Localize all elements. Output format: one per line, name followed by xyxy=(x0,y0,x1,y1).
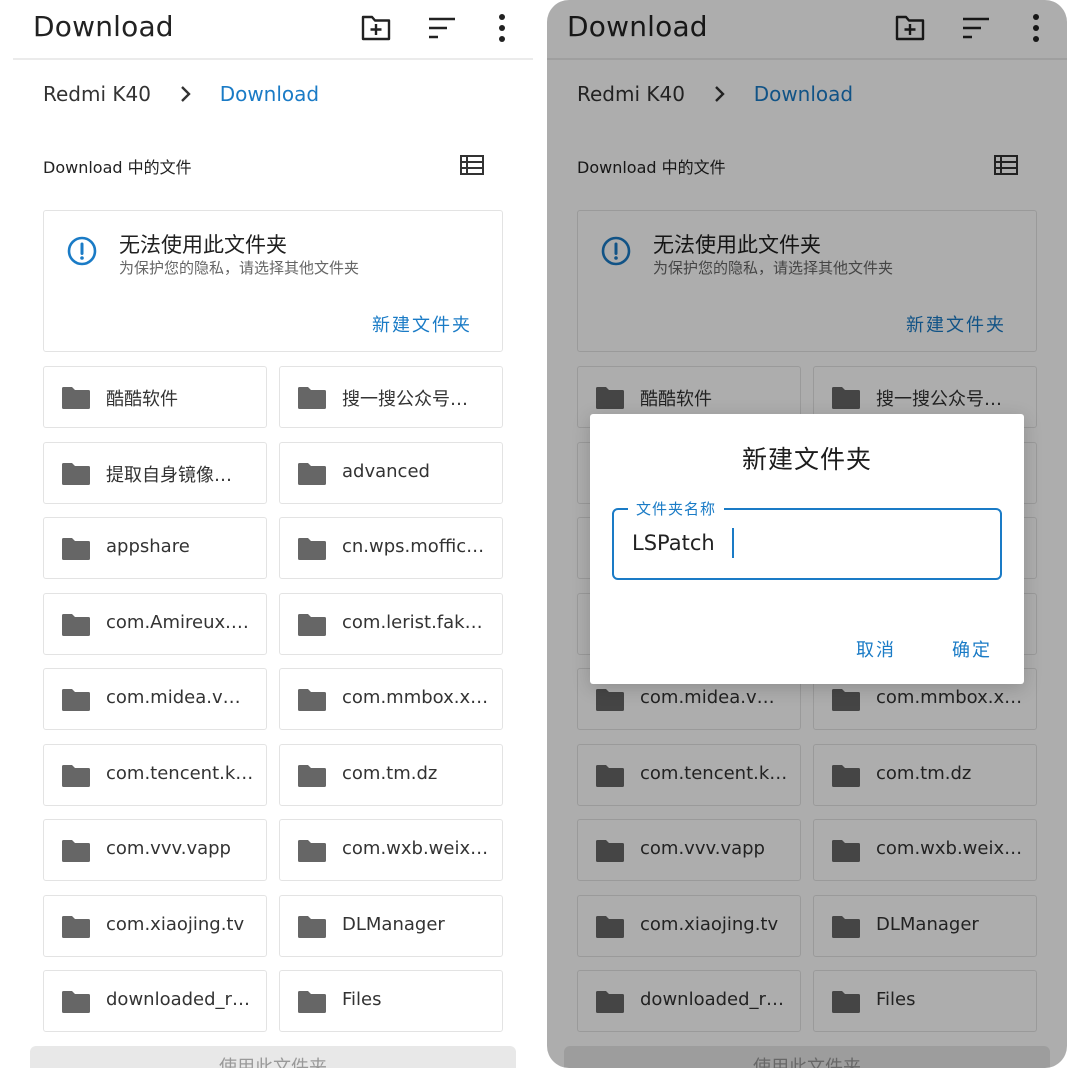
folder-tile[interactable]: com.wxb.weix… xyxy=(279,819,503,881)
folder-icon xyxy=(297,462,327,486)
folder-name: 酷酷软件 xyxy=(106,389,178,410)
breadcrumb-root[interactable]: Redmi K40 xyxy=(43,82,151,106)
folder-tile[interactable]: com.midea.vm… xyxy=(43,668,267,730)
folder-tile[interactable]: com.xiaojing.tv xyxy=(43,894,267,957)
folder-tile[interactable]: downloaded_r… xyxy=(43,970,267,1032)
folder-unavailable-notice: 无法使用此文件夹 为保护您的隐私，请选择其他文件夹 新建文件夹 xyxy=(43,210,503,352)
folder-icon xyxy=(61,764,91,788)
folder-name-field-label: 文件夹名称 xyxy=(628,498,725,519)
folder-tile[interactable]: 搜一搜公众号… xyxy=(279,366,503,428)
app-bar-title: Download xyxy=(33,10,174,43)
chevron-right-icon xyxy=(171,83,201,105)
file-picker-screen: Download Redmi K40 Download Download 中的文… xyxy=(13,0,533,1068)
folder-name: advanced xyxy=(342,460,430,482)
folder-tile[interactable]: com.Amireux.… xyxy=(43,592,267,655)
sort-icon[interactable] xyxy=(425,12,459,44)
use-this-folder-button[interactable]: 使用此文件夹 xyxy=(30,1046,516,1068)
folder-name: com.midea.vm… xyxy=(106,687,256,708)
folder-name: 搜一搜公众号… xyxy=(342,389,468,410)
new-folder-dialog: 新建文件夹 文件夹名称 取消 确定 xyxy=(590,414,1024,684)
folder-name: com.vvv.vapp xyxy=(106,838,231,859)
folder-name: com.Amireux.… xyxy=(106,611,249,633)
info-icon xyxy=(66,235,98,267)
folder-tile[interactable]: DLManager xyxy=(279,894,503,957)
folder-name: 提取自身镜像… xyxy=(106,464,232,486)
confirm-button[interactable]: 确定 xyxy=(952,636,992,662)
folder-name: com.tencent.k… xyxy=(106,762,254,784)
folder-icon xyxy=(61,386,91,410)
folder-tile[interactable]: com.vvv.vapp xyxy=(43,819,267,881)
folder-name: downloaded_r… xyxy=(106,989,250,1010)
folder-name: com.tm.dz xyxy=(342,762,438,784)
folder-icon xyxy=(297,764,327,788)
folder-icon xyxy=(61,915,91,939)
notice-subline: 为保护您的隐私，请选择其他文件夹 xyxy=(119,259,360,277)
file-picker-screen-with-dialog: Download Redmi K40 Download Download 中的文… xyxy=(547,0,1067,1068)
dialog-title: 新建文件夹 xyxy=(741,445,872,474)
text-cursor xyxy=(732,528,734,558)
folder-tile[interactable]: 酷酷软件 xyxy=(43,366,267,428)
folder-tile[interactable]: com.tencent.k… xyxy=(43,743,267,806)
folder-name: DLManager xyxy=(342,913,445,935)
folder-icon xyxy=(61,839,91,863)
folder-tile[interactable]: 提取自身镜像… xyxy=(43,441,267,504)
folder-name-field[interactable]: 文件夹名称 xyxy=(612,498,1002,580)
folder-tile[interactable]: com.mmbox.x… xyxy=(279,668,503,730)
folder-tile[interactable]: advanced xyxy=(279,441,503,504)
folder-name: Files xyxy=(342,989,382,1010)
list-view-icon[interactable] xyxy=(459,153,485,177)
folder-tile[interactable]: com.lerist.fak… xyxy=(279,592,503,655)
folder-tile[interactable]: cn.wps.moffic… xyxy=(279,517,503,579)
folder-icon xyxy=(61,462,91,486)
folder-icon xyxy=(297,386,327,410)
more-vert-icon[interactable] xyxy=(487,12,517,44)
folder-icon xyxy=(61,537,91,561)
folder-name: com.xiaojing.tv xyxy=(106,913,245,935)
folder-name-input[interactable] xyxy=(632,526,972,560)
folder-icon xyxy=(297,688,327,712)
folder-name: appshare xyxy=(106,536,190,557)
folder-icon xyxy=(297,990,327,1014)
folder-icon xyxy=(61,688,91,712)
folder-icon xyxy=(297,613,327,637)
folder-tile[interactable]: com.tm.dz xyxy=(279,743,503,806)
cancel-button[interactable]: 取消 xyxy=(856,636,896,662)
folder-name: cn.wps.moffic… xyxy=(342,536,485,557)
folder-icon xyxy=(297,839,327,863)
folder-name: com.wxb.weix… xyxy=(342,838,489,859)
app-bar: Download xyxy=(13,0,533,58)
section-label: Download 中的文件 xyxy=(43,158,192,177)
folder-tile[interactable]: Files xyxy=(279,970,503,1032)
folder-name: com.lerist.fak… xyxy=(342,611,483,633)
breadcrumb-current[interactable]: Download xyxy=(220,82,319,106)
folder-icon xyxy=(61,613,91,637)
notice-headline: 无法使用此文件夹 xyxy=(119,233,287,257)
create-new-folder-icon[interactable] xyxy=(359,12,393,44)
folder-icon xyxy=(61,990,91,1014)
folder-name: com.mmbox.x… xyxy=(342,687,489,708)
new-folder-link[interactable]: 新建文件夹 xyxy=(372,311,472,337)
app-bar-divider xyxy=(13,58,533,60)
breadcrumb: Redmi K40 Download xyxy=(43,80,319,106)
folder-icon xyxy=(297,537,327,561)
folder-tile[interactable]: appshare xyxy=(43,517,267,579)
folder-icon xyxy=(297,915,327,939)
